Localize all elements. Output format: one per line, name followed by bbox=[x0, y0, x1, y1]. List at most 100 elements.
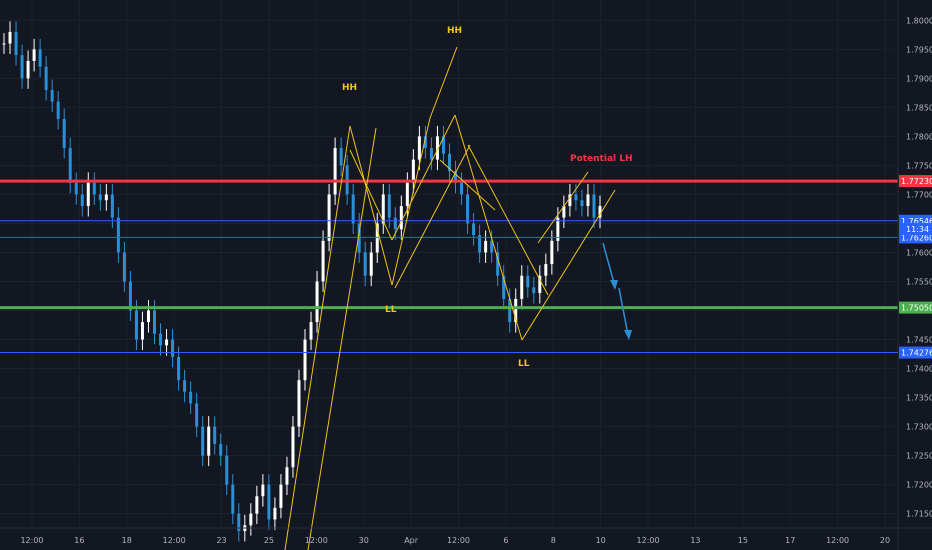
x-tick-label: 20 bbox=[880, 536, 890, 545]
candle bbox=[580, 189, 584, 217]
candle bbox=[303, 329, 307, 391]
y-tick-label: 1.74500 bbox=[906, 336, 932, 345]
x-tick-label: 12:00 bbox=[447, 536, 470, 545]
candle bbox=[14, 21, 18, 66]
candle bbox=[98, 183, 102, 211]
y-tick-label: 1.77500 bbox=[906, 161, 932, 170]
candle bbox=[140, 311, 144, 350]
price-tag-label: 1.74276 bbox=[901, 349, 932, 358]
price-tag-label: 1.77230 bbox=[901, 177, 932, 186]
candle bbox=[267, 474, 271, 530]
candle bbox=[279, 474, 283, 519]
candle bbox=[460, 172, 464, 205]
candle bbox=[171, 329, 175, 368]
annotation-potential-lh: Potential LH bbox=[570, 154, 633, 164]
candle bbox=[255, 485, 259, 525]
zigzag-line bbox=[467, 144, 549, 296]
x-tick-label: 23 bbox=[216, 536, 226, 545]
levels bbox=[0, 179, 898, 354]
candle bbox=[225, 445, 229, 496]
x-tick-label: 12:00 bbox=[163, 536, 186, 545]
y-tick-label: 1.76000 bbox=[906, 248, 932, 257]
candle bbox=[104, 183, 108, 211]
candle bbox=[369, 242, 373, 287]
candle bbox=[44, 56, 48, 101]
x-tick-label: 12:00 bbox=[20, 536, 43, 545]
candle bbox=[122, 242, 126, 292]
y-tick-label: 1.78500 bbox=[906, 103, 932, 112]
candle bbox=[110, 183, 114, 229]
x-tick-label: 30 bbox=[359, 536, 369, 545]
x-tick-label: 13 bbox=[690, 536, 700, 545]
y-tick-label: 1.79000 bbox=[906, 74, 932, 83]
y-tick-label: 1.77000 bbox=[906, 190, 932, 199]
x-tick-label: 6 bbox=[503, 536, 508, 545]
x-tick-label: 17 bbox=[785, 536, 795, 545]
candle bbox=[92, 172, 96, 205]
arrow-head-icon bbox=[624, 330, 632, 340]
candle bbox=[146, 300, 150, 333]
candle bbox=[502, 265, 506, 310]
price-tag-label: 1.75050 bbox=[901, 304, 932, 313]
annotation-hh-1: HH bbox=[342, 83, 357, 93]
candle bbox=[381, 183, 385, 234]
candle bbox=[38, 38, 42, 78]
x-tick-label: 12:00 bbox=[826, 536, 849, 545]
countdown-label: 11:34 bbox=[906, 225, 929, 234]
candle bbox=[74, 172, 78, 205]
candle bbox=[201, 416, 205, 467]
candle bbox=[261, 474, 265, 507]
candle bbox=[62, 108, 66, 159]
candle bbox=[478, 224, 482, 263]
x-tick-label: 25 bbox=[264, 536, 274, 545]
candle bbox=[56, 91, 60, 130]
candle bbox=[321, 230, 325, 292]
candle bbox=[538, 265, 542, 304]
candle bbox=[447, 143, 451, 182]
candle bbox=[86, 172, 90, 217]
grid bbox=[0, 0, 895, 527]
candle bbox=[80, 183, 84, 217]
candle bbox=[441, 125, 445, 165]
candle bbox=[514, 288, 518, 333]
candle bbox=[68, 137, 72, 194]
y-tick-label: 1.80000 bbox=[906, 16, 932, 25]
y-tick-label: 1.78000 bbox=[906, 132, 932, 141]
candle bbox=[189, 381, 193, 414]
zigzag-line bbox=[349, 149, 393, 241]
projection-arrow bbox=[602, 242, 615, 284]
candle bbox=[273, 497, 277, 530]
y-tick-label: 1.72000 bbox=[906, 481, 932, 490]
y-axis[interactable]: 1.80000 1.79500 1.79000 1.78500 1.78000 1.775… bbox=[897, 0, 932, 550]
candle bbox=[237, 503, 241, 542]
candle bbox=[177, 346, 181, 391]
chart-root: HH HH LL LL Potential LH 1.800001.795001… bbox=[0, 0, 932, 550]
x-tick-label: 16 bbox=[74, 536, 84, 545]
x-axis[interactable]: 12:00 16 18 12:00 23 25 12:00 30 Apr 12:00 6 8 10 12:… bbox=[0, 527, 932, 545]
y-tick-label: 1.74000 bbox=[906, 365, 932, 374]
candle bbox=[159, 323, 163, 356]
candle bbox=[484, 230, 488, 263]
x-tick-label: 12:00 bbox=[637, 536, 660, 545]
candle bbox=[249, 503, 253, 536]
trend-line bbox=[284, 125, 351, 550]
candle bbox=[526, 265, 530, 298]
candle bbox=[399, 195, 403, 240]
x-tick-label: 8 bbox=[551, 536, 556, 545]
chart-svg[interactable]: HH HH LL LL Potential LH 1.800001.795001… bbox=[0, 0, 932, 550]
candle bbox=[387, 183, 391, 229]
candle bbox=[285, 456, 289, 496]
trend-line bbox=[307, 127, 377, 550]
candle bbox=[568, 183, 572, 217]
x-tick-label: Apr bbox=[404, 536, 419, 545]
candle bbox=[309, 311, 313, 350]
candle bbox=[32, 38, 36, 72]
candle bbox=[207, 416, 211, 467]
y-tick-label: 1.72500 bbox=[906, 452, 932, 461]
candle bbox=[128, 271, 132, 321]
annotation-hh-2: HH bbox=[447, 26, 462, 36]
projection-arrow bbox=[618, 287, 629, 336]
x-tick-label: 15 bbox=[738, 536, 748, 545]
candle bbox=[520, 265, 524, 310]
x-tick-label: 12:00 bbox=[305, 536, 328, 545]
